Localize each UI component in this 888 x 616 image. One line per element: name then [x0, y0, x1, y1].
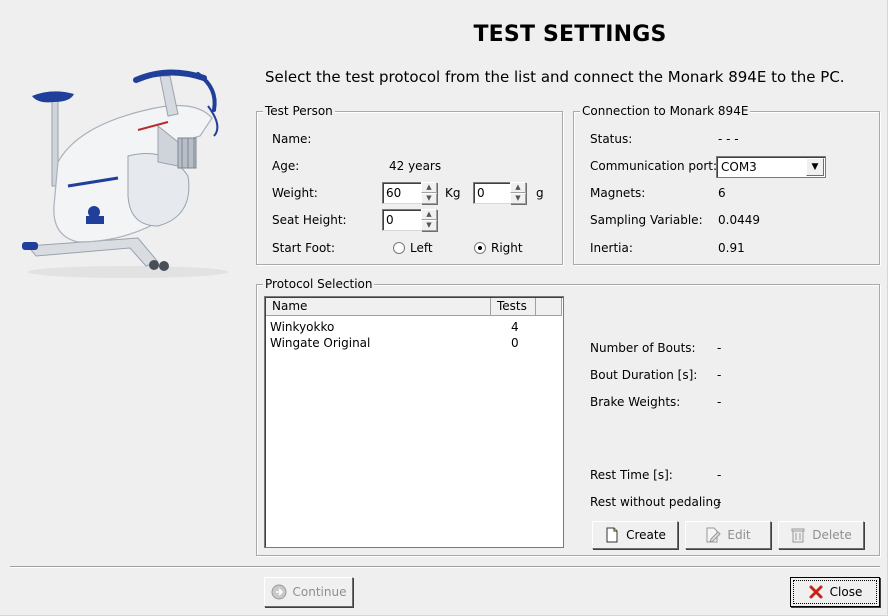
- weight-label: Weight:: [272, 186, 318, 200]
- column-header-filler: [536, 298, 562, 316]
- connection-group-title: Connection to Monark 894E: [580, 104, 751, 118]
- table-row-name[interactable]: Wingate Original: [270, 336, 370, 350]
- close-button-label: Close: [829, 585, 863, 599]
- sampling-variable-label: Sampling Variable:: [590, 213, 703, 227]
- weight-g-spinner[interactable]: ▲ ▼: [510, 182, 526, 204]
- rest-without-pedaling-value: -: [717, 495, 722, 509]
- bout-duration-label: Bout Duration [s]:: [590, 368, 698, 382]
- chevron-down-icon[interactable]: ▼: [806, 158, 824, 176]
- edit-button[interactable]: Edit: [685, 521, 771, 549]
- weight-g-input[interactable]: 0: [473, 182, 511, 204]
- magnets-value: 6: [718, 186, 726, 200]
- brake-weights-value: -: [717, 395, 722, 409]
- kg-unit-label: Kg: [445, 186, 461, 200]
- protocol-selection-group-title: Protocol Selection: [263, 277, 375, 291]
- age-label: Age:: [272, 159, 300, 173]
- communication-port-label: Communication port:: [590, 159, 718, 173]
- column-header-name[interactable]: Name: [266, 298, 491, 316]
- bouts-value: -: [717, 341, 722, 355]
- column-header-tests[interactable]: Tests: [491, 298, 536, 316]
- spin-down-icon[interactable]: ▼: [510, 193, 526, 204]
- seat-height-label: Seat Height:: [272, 213, 347, 227]
- trash-icon: [791, 528, 805, 543]
- spin-down-icon[interactable]: ▼: [421, 193, 437, 204]
- spin-up-icon[interactable]: ▲: [421, 209, 437, 220]
- start-foot-right-radio[interactable]: [474, 242, 486, 254]
- protocol-table[interactable]: Name Tests Winkyokko 4 Wingate Original …: [264, 296, 564, 548]
- name-label: Name:: [272, 132, 312, 146]
- status-value: - - -: [718, 132, 739, 146]
- footer-separator: [10, 566, 880, 568]
- status-label: Status:: [590, 132, 633, 146]
- inertia-value: 0.91: [718, 241, 745, 255]
- start-foot-left-radio[interactable]: [393, 242, 405, 254]
- create-button-label: Create: [626, 528, 666, 542]
- communication-port-select[interactable]: COM3 ▼: [716, 156, 826, 178]
- edit-document-icon: [706, 527, 722, 543]
- start-foot-left-label[interactable]: Left: [410, 241, 433, 255]
- table-row-name[interactable]: Winkyokko: [270, 320, 334, 334]
- test-settings-window: TEST SETTINGS Select the test protocol f…: [0, 0, 888, 616]
- red-x-icon: [809, 585, 823, 599]
- inertia-label: Inertia:: [590, 241, 633, 255]
- table-row-tests[interactable]: 0: [511, 336, 519, 350]
- age-value: 42 years: [389, 159, 442, 173]
- start-foot-right-label[interactable]: Right: [491, 241, 523, 255]
- continue-button[interactable]: Continue: [264, 577, 353, 607]
- create-button[interactable]: Create: [592, 521, 678, 549]
- continue-button-label: Continue: [292, 585, 347, 599]
- table-row-tests[interactable]: 4: [511, 320, 519, 334]
- sampling-variable-value: 0.0449: [718, 213, 760, 227]
- close-button[interactable]: Close: [790, 577, 880, 607]
- page-title: TEST SETTINGS: [473, 22, 667, 47]
- weight-kg-input[interactable]: 60: [382, 182, 422, 204]
- seat-height-input[interactable]: 0: [382, 209, 422, 231]
- bout-duration-value: -: [717, 368, 722, 382]
- spin-down-icon[interactable]: ▼: [421, 220, 437, 231]
- delete-button-label: Delete: [812, 528, 852, 542]
- new-document-icon: [606, 527, 618, 543]
- spin-up-icon[interactable]: ▲: [421, 182, 437, 193]
- magnets-label: Magnets:: [590, 186, 646, 200]
- rest-time-label: Rest Time [s]:: [590, 468, 673, 482]
- g-unit-label: g: [536, 186, 544, 200]
- rest-time-value: -: [717, 468, 722, 482]
- delete-button[interactable]: Delete: [778, 521, 864, 549]
- rest-without-pedaling-label: Rest without pedaling: [590, 495, 721, 509]
- bouts-label: Number of Bouts:: [590, 341, 696, 355]
- arrow-right-circle-icon: [271, 584, 287, 600]
- edit-button-label: Edit: [727, 528, 751, 542]
- weight-kg-spinner[interactable]: ▲ ▼: [421, 182, 437, 204]
- brake-weights-label: Brake Weights:: [590, 395, 681, 409]
- page-subtitle: Select the test protocol from the list a…: [265, 68, 845, 86]
- test-person-group-title: Test Person: [263, 104, 335, 118]
- spin-up-icon[interactable]: ▲: [510, 182, 526, 193]
- seat-height-spinner[interactable]: ▲ ▼: [421, 209, 437, 231]
- start-foot-label: Start Foot:: [272, 241, 336, 255]
- communication-port-value: COM3: [721, 160, 757, 174]
- monark-bike-image: [22, 69, 228, 278]
